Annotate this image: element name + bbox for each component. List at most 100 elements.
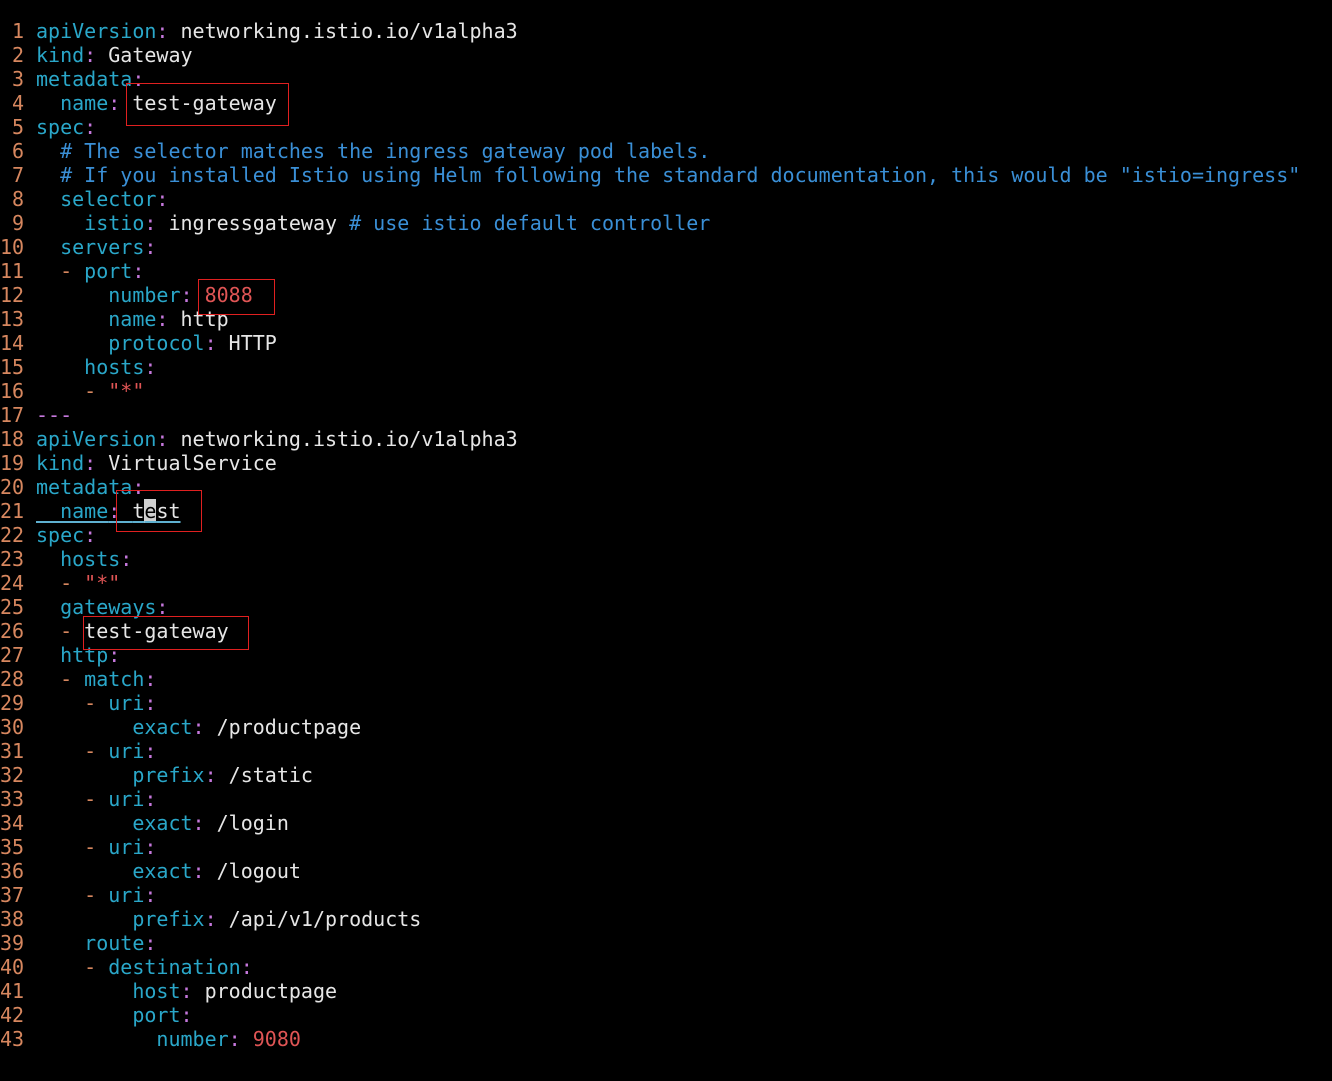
code-text[interactable]: apiVersion: networking.istio.io/v1alpha3 — [36, 19, 518, 43]
code-line[interactable]: 23 hosts: — [0, 547, 1332, 571]
code-line[interactable]: 41 host: productpage — [0, 979, 1332, 1003]
code-text[interactable]: - port: — [36, 259, 144, 283]
code-line[interactable]: 10 servers: — [0, 235, 1332, 259]
code-line[interactable]: 18 apiVersion: networking.istio.io/v1alph… — [0, 427, 1332, 451]
code-line[interactable]: 24 - "*" — [0, 571, 1332, 595]
code-line[interactable]: 32 prefix: /static — [0, 763, 1332, 787]
code-line[interactable]: 11 - port: — [0, 259, 1332, 283]
code-text[interactable]: metadata: — [36, 475, 144, 499]
code-line[interactable]: 5 spec: — [0, 115, 1332, 139]
code-text[interactable]: protocol: HTTP — [36, 331, 277, 355]
code-line[interactable]: 36 exact: /logout — [0, 859, 1332, 883]
code-line[interactable]: 2 kind: Gateway — [0, 43, 1332, 67]
code-text[interactable]: metadata: — [36, 67, 144, 91]
code-text[interactable]: --- — [36, 403, 72, 427]
code-text[interactable]: hosts: — [36, 547, 132, 571]
code-line[interactable]: 20 metadata: — [0, 475, 1332, 499]
code-line[interactable]: 40 - destination: — [0, 955, 1332, 979]
code-line[interactable]: 16 - "*" — [0, 379, 1332, 403]
code-line[interactable]: 25 gateways: — [0, 595, 1332, 619]
code-text[interactable]: istio: ingressgateway # use istio defaul… — [36, 211, 710, 235]
code-line[interactable]: 42 port: — [0, 1003, 1332, 1027]
code-line[interactable]: 34 exact: /login — [0, 811, 1332, 835]
code-line[interactable]: 28 - match: — [0, 667, 1332, 691]
code-line[interactable]: 9 istio: ingressgateway # use istio defa… — [0, 211, 1332, 235]
code-text[interactable]: - "*" — [36, 379, 144, 403]
code-line[interactable]: 3 metadata: — [0, 67, 1332, 91]
code-line[interactable]: 19 kind: VirtualService — [0, 451, 1332, 475]
code-text[interactable]: kind: Gateway — [36, 43, 193, 67]
code-text[interactable]: prefix: /api/v1/products — [36, 907, 421, 931]
line-number: 30 — [0, 715, 25, 739]
code-line[interactable]: 4 name: test-gateway — [0, 91, 1332, 115]
code-line[interactable]: 1 apiVersion: networking.istio.io/v1alpha… — [0, 19, 1332, 43]
code-token: : — [108, 499, 133, 523]
code-text[interactable]: host: productpage — [36, 979, 337, 1003]
code-text[interactable]: - uri: — [36, 835, 156, 859]
code-line[interactable]: 33 - uri: — [0, 787, 1332, 811]
code-token: : — [144, 667, 157, 691]
code-line[interactable]: 13 name: http — [0, 307, 1332, 331]
code-text[interactable]: - match: — [36, 667, 156, 691]
code-text[interactable]: name: http — [36, 307, 228, 331]
code-text[interactable]: prefix: /static — [36, 763, 313, 787]
code-text[interactable]: name: test-gateway — [36, 91, 277, 115]
code-line[interactable]: 12 number: 8088 — [0, 283, 1332, 307]
code-text[interactable]: exact: /login — [36, 811, 289, 835]
code-text[interactable]: # If you installed Istio using Helm foll… — [36, 163, 1300, 187]
code-line[interactable]: 35 - uri: — [0, 835, 1332, 859]
code-line[interactable]: 26 - test-gateway — [0, 619, 1332, 643]
code-text[interactable]: - uri: — [36, 691, 156, 715]
code-text[interactable]: exact: /logout — [36, 859, 301, 883]
code-text[interactable]: number: 9080 — [36, 1027, 301, 1051]
code-token: ingressgateway — [168, 211, 350, 235]
code-line[interactable]: 6 # The selector matches the ingress gat… — [0, 139, 1332, 163]
code-text[interactable]: number: 8088 — [36, 283, 253, 307]
code-text[interactable]: http: — [36, 643, 120, 667]
code-text[interactable]: - uri: — [36, 787, 156, 811]
code-text[interactable]: spec: — [36, 115, 96, 139]
code-text[interactable]: exact: /productpage — [36, 715, 361, 739]
code-token: exact — [36, 859, 193, 883]
code-line[interactable]: 14 protocol: HTTP — [0, 331, 1332, 355]
code-text[interactable]: spec: — [36, 523, 96, 547]
code-line[interactable]: 27 http: — [0, 643, 1332, 667]
code-line[interactable]: 43 number: 9080 — [0, 1027, 1332, 1051]
code-text[interactable]: servers: — [36, 235, 156, 259]
code-line[interactable]: 39 route: — [0, 931, 1332, 955]
code-token: : — [192, 811, 217, 835]
code-token: port — [84, 259, 133, 283]
code-line[interactable]: 15 hosts: — [0, 355, 1332, 379]
code-line[interactable]: 8 selector: — [0, 187, 1332, 211]
code-text[interactable]: - uri: — [36, 739, 156, 763]
code-line[interactable]: 37 - uri: — [0, 883, 1332, 907]
code-line[interactable]: 38 prefix: /api/v1/products — [0, 907, 1332, 931]
code-text[interactable]: route: — [36, 931, 156, 955]
code-text[interactable]: - test-gateway — [36, 619, 229, 643]
line-number: 3 — [11, 67, 24, 91]
code-line[interactable]: 22 spec: — [0, 523, 1332, 547]
code-text[interactable]: gateways: — [36, 595, 168, 619]
code-text[interactable]: kind: VirtualService — [36, 451, 277, 475]
code-line[interactable]: 30 exact: /productpage — [0, 715, 1332, 739]
code-text[interactable]: - uri: — [36, 883, 156, 907]
code-text[interactable]: name: test — [36, 499, 181, 523]
code-text[interactable]: port: — [36, 1003, 192, 1027]
code-token: name — [36, 307, 157, 331]
code-line[interactable]: 7 # If you installed Istio using Helm fo… — [0, 163, 1332, 187]
code-text[interactable]: apiVersion: networking.istio.io/v1alpha3 — [36, 427, 518, 451]
code-text[interactable]: hosts: — [36, 355, 156, 379]
code-token: - — [36, 619, 85, 643]
code-text[interactable]: selector: — [36, 187, 168, 211]
code-line[interactable]: 21 name: test — [0, 499, 1332, 523]
code-text[interactable]: # The selector matches the ingress gatew… — [36, 139, 710, 163]
code-text[interactable]: - destination: — [36, 955, 253, 979]
code-line[interactable]: 31 - uri: — [0, 739, 1332, 763]
code-line[interactable]: 17 --- — [0, 403, 1332, 427]
line-number: 11 — [0, 259, 25, 283]
code-editor[interactable]: 1 apiVersion: networking.istio.io/v1alpha… — [0, 19, 1332, 1051]
code-token: : — [156, 307, 181, 331]
code-line[interactable]: 29 - uri: — [0, 691, 1332, 715]
code-text[interactable]: - "*" — [36, 571, 120, 595]
code-token: : — [204, 763, 229, 787]
